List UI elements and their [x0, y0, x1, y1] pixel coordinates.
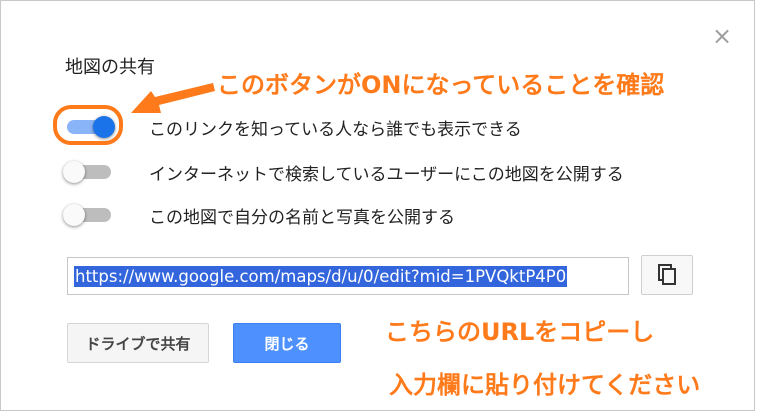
copy-button[interactable]	[641, 255, 693, 295]
toggle-knob	[93, 116, 115, 138]
share-url-field[interactable]: https://www.google.com/maps/d/u/0/edit?m…	[67, 257, 629, 295]
public-search-toggle[interactable]	[61, 157, 117, 187]
share-in-drive-button[interactable]: ドライブで共有	[67, 323, 209, 363]
show-name-photo-toggle[interactable]	[61, 200, 117, 230]
toggle-knob	[63, 161, 85, 183]
close-button[interactable]: 閉じる	[233, 323, 341, 363]
close-icon[interactable]: ×	[709, 23, 735, 49]
annotation-copy-url: こちらのURLをコピーし	[385, 318, 655, 346]
toggle-row-public-search: インターネットで検索しているユーザーにこの地図を公開する	[61, 157, 624, 187]
copy-icon	[658, 264, 676, 285]
share-map-dialog: × 地図の共有 このボタンがONになっていることを確認 このリンクを知っている人…	[0, 0, 755, 411]
toggle-row-link-sharing: このリンクを知っている人なら誰でも表示できる	[53, 105, 522, 145]
link-sharing-label: このリンクを知っている人なら誰でも表示できる	[149, 119, 522, 140]
annotation-check-toggle: このボタンがONになっていることを確認	[217, 71, 665, 99]
link-sharing-toggle[interactable]	[53, 105, 123, 145]
public-search-label: インターネットで検索しているユーザーにこの地図を公開する	[149, 164, 624, 185]
toggle-row-show-name-photo: この地図で自分の名前と写真を公開する	[61, 200, 455, 230]
toggle-knob	[63, 204, 85, 226]
share-url-text: https://www.google.com/maps/d/u/0/edit?m…	[74, 265, 568, 287]
dialog-title: 地図の共有	[65, 57, 155, 78]
show-name-photo-label: この地図で自分の名前と写真を公開する	[149, 207, 455, 228]
annotation-paste-input: 入力欄に貼り付けてください	[389, 371, 701, 399]
